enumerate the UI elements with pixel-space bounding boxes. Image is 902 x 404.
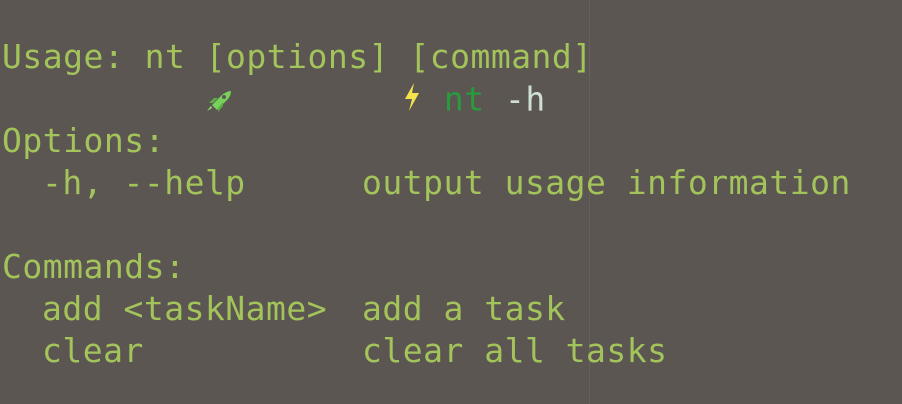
options-heading: Options: xyxy=(2,121,165,160)
prompt-argument: -h xyxy=(505,79,546,119)
command-name: add <taskName> xyxy=(42,289,328,328)
prompt-command: nt xyxy=(443,79,485,119)
command-name: clear xyxy=(42,331,144,370)
command-description: clear all tasks xyxy=(362,331,668,370)
terminal-window[interactable]: nt -h Usage: nt [options] [command] Opti… xyxy=(0,0,902,404)
option-flag: -h, --help xyxy=(42,163,246,202)
prompt-line: nt -h xyxy=(2,0,546,119)
command-description: add a task xyxy=(362,289,566,328)
usage-line: Usage: nt [options] [command] xyxy=(2,37,593,76)
option-description: output usage information xyxy=(362,163,851,202)
commands-heading: Commands: xyxy=(2,247,186,286)
